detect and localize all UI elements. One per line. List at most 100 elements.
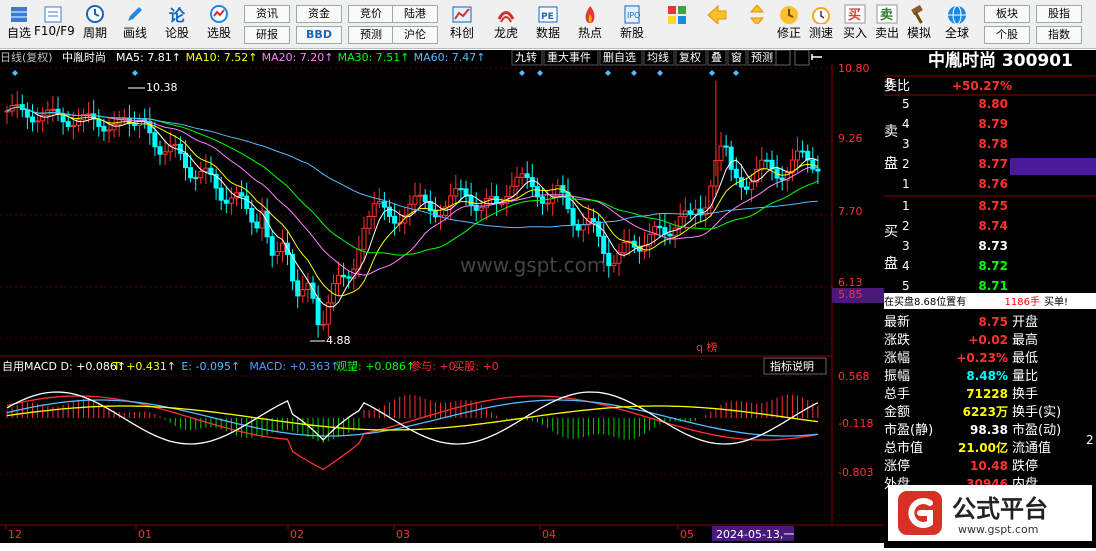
toolbar-btn-股指[interactable]: 股指 xyxy=(1036,5,1082,23)
price-axis-label: 9.26 xyxy=(838,132,863,145)
toolbar-btn-资金[interactable]: 资金 xyxy=(296,5,342,23)
toolbar-pencil-button[interactable]: 画线 xyxy=(116,4,154,41)
toolbar-radar-button[interactable]: 选股 xyxy=(200,4,238,41)
toolbar-btn-竞价[interactable]: 竞价 xyxy=(348,5,394,23)
event-diamond-icon[interactable] xyxy=(709,70,715,76)
toolbar-btn-资讯[interactable]: 资讯 xyxy=(244,5,290,23)
date-label-03: 03 xyxy=(396,528,410,541)
toolbar-btn-板块[interactable]: 板块 xyxy=(984,5,1030,23)
toolbar-label: 热点 xyxy=(577,26,602,40)
candle xyxy=(657,225,663,229)
toolbar-btn-预测[interactable]: 预测 xyxy=(348,26,394,44)
buy-level-4: 4 xyxy=(902,259,910,273)
toolbar-btn-个股[interactable]: 个股 xyxy=(984,26,1030,44)
lock-icon[interactable] xyxy=(775,49,791,66)
candle xyxy=(336,274,341,285)
candle xyxy=(341,274,347,278)
toolbar-btn-指数[interactable]: 指数 xyxy=(1036,26,1082,44)
ma10-line xyxy=(6,106,819,297)
candle xyxy=(177,143,183,154)
buy-side-label-top: 买 xyxy=(884,224,898,240)
toolbar-forum-button[interactable]: 论论股 xyxy=(158,4,196,41)
sell-price-1: 8.76 xyxy=(978,177,1008,191)
clock-icon xyxy=(84,4,106,24)
candle xyxy=(254,221,260,229)
event-diamond-icon[interactable] xyxy=(12,70,18,76)
toolbar-sell-button[interactable]: 卖卖出 xyxy=(870,4,904,41)
event-diamond-icon[interactable] xyxy=(657,70,663,76)
stock-name-label: 中胤时尚 xyxy=(62,50,106,64)
buy-level-5: 5 xyxy=(902,279,910,293)
event-diamond-icon[interactable] xyxy=(605,70,611,76)
chart-tab-label: 重大事件 xyxy=(547,50,591,64)
candle xyxy=(815,168,821,172)
buy-side-label-bottom: 盘 xyxy=(884,255,898,272)
stat-value-1: +0.02 xyxy=(968,333,1008,347)
toolbar-grid-button[interactable]: 自选 xyxy=(0,4,38,41)
toolbar-stopwatch-button[interactable]: 测速 xyxy=(804,4,838,41)
weibi-label: 委比 xyxy=(884,79,910,94)
candle xyxy=(744,186,749,190)
toolbar-clock-button[interactable]: 周期 xyxy=(76,4,114,41)
sell-2-highlight xyxy=(1010,158,1096,175)
date-label-05: 05 xyxy=(680,528,694,541)
candle xyxy=(458,188,464,191)
candle xyxy=(422,194,428,203)
toolbar-hotspot-button[interactable]: 热点 xyxy=(570,4,610,41)
toolbar-globe-button[interactable]: 全球 xyxy=(940,4,974,41)
hotspot-icon xyxy=(579,4,601,24)
candle xyxy=(519,173,525,178)
toolbar-color-palette-button[interactable] xyxy=(660,4,694,24)
event-diamond-icon[interactable] xyxy=(733,70,739,76)
toolbar-new-stock-button[interactable]: IPO 新股 xyxy=(612,4,652,41)
chart-tab-label: 均线 xyxy=(647,50,669,64)
toolbar-tech-chart-button[interactable]: 科创 xyxy=(442,4,482,41)
ma-label-3: MA20: 7.20↑ xyxy=(262,51,334,64)
toolbar-btn-沪伦[interactable]: 沪伦 xyxy=(392,26,438,44)
toolbar-buy-button[interactable]: 买买入 xyxy=(838,4,872,41)
toolbar-back-arrow-button[interactable] xyxy=(700,4,734,26)
toolbar-label: 龙虎 xyxy=(493,26,518,40)
candle xyxy=(728,146,734,170)
toolbar-btn-陆港[interactable]: 陆港 xyxy=(392,5,438,23)
event-diamond-icon[interactable] xyxy=(519,70,525,76)
toolbar-dragon-tiger-button[interactable]: 龙虎 xyxy=(486,4,526,41)
buy-price-1: 8.75 xyxy=(978,199,1008,213)
toolbar-btn-研报[interactable]: 研报 xyxy=(244,26,290,44)
candle xyxy=(218,187,224,201)
toolbar-pe-data-button[interactable]: PE 数据 xyxy=(528,4,568,41)
candle xyxy=(310,282,316,299)
toolbar-revise-button[interactable]: 修正 xyxy=(772,4,806,41)
event-diamond-icon[interactable] xyxy=(631,70,637,76)
buy-level-3: 3 xyxy=(902,239,910,253)
new-stock-icon: IPO xyxy=(621,4,643,24)
macd-axis-label: -0.803 xyxy=(838,466,873,479)
kline-chart[interactable]: 日线(复权) 中胤时尚 MA5: 7.81↑ MA10: 7.52↑ MA20: 7.2… xyxy=(0,49,884,543)
collapse-icon[interactable] xyxy=(811,54,822,60)
macd-axis-label: -0.118 xyxy=(838,417,873,430)
candle xyxy=(392,215,398,224)
toolbar-label: 周期 xyxy=(82,26,107,40)
candle xyxy=(132,123,137,126)
high-annotation: 10.38 xyxy=(146,81,178,94)
event-diamond-icon[interactable] xyxy=(537,70,543,76)
candle xyxy=(239,192,245,197)
stat-value-7: 21.00亿 xyxy=(958,440,1008,455)
candle xyxy=(152,132,158,148)
dragon-tiger-icon xyxy=(495,4,517,24)
pin-icon[interactable] xyxy=(794,49,810,66)
candle xyxy=(489,196,494,199)
toolbar-f10-button[interactable]: F10/F9 xyxy=(34,4,75,38)
candle xyxy=(371,203,377,218)
sell-level-4: 4 xyxy=(902,117,910,131)
svg-text:论: 论 xyxy=(169,6,186,24)
candle xyxy=(106,129,112,132)
toolbar-gavel-button[interactable]: 模拟 xyxy=(902,4,936,41)
toolbar-btn-BBD[interactable]: BBD xyxy=(296,26,342,44)
event-diamond-icon[interactable] xyxy=(132,70,138,76)
chart-area[interactable]: 日线(复权) 中胤时尚 MA5: 7.81↑ MA10: 7.52↑ MA20: 7.2… xyxy=(0,49,884,543)
chart-tab-label: 叠 xyxy=(711,51,722,64)
toolbar-up-down-arrows-button[interactable] xyxy=(740,4,774,26)
stat-label-5: 金额 xyxy=(884,404,910,420)
price-axis-label: 10.80 xyxy=(838,62,870,75)
